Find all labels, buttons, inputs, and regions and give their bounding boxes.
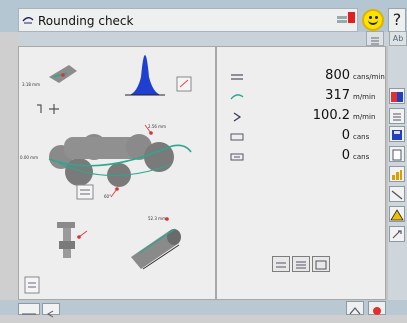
document-icon[interactable]: [389, 146, 405, 162]
help-button[interactable]: ?: [388, 8, 406, 32]
maintenance-icon[interactable]: [389, 226, 405, 242]
back-button[interactable]: [42, 303, 60, 318]
roller-symbol-icon: [37, 104, 59, 114]
output-rate-icon: [231, 74, 243, 80]
toolbar: [18, 32, 388, 46]
view-3-button[interactable]: [312, 256, 330, 272]
tool-icon[interactable]: [389, 186, 405, 202]
station-icon[interactable]: [24, 276, 40, 294]
can-cylinder-icon: [131, 228, 181, 270]
alarm-button[interactable]: [368, 301, 386, 315]
left-gap-label: 0.00 mm: [20, 155, 38, 160]
output-rate-value: 800: [325, 68, 350, 83]
can-count-icon: [230, 133, 244, 141]
status-smiley-icon[interactable]: [362, 9, 384, 31]
warning-icon[interactable]: [389, 206, 405, 222]
roller-assembly: [48, 134, 192, 187]
angle-label: 60°: [104, 194, 112, 199]
list-settings-icon[interactable]: [389, 108, 405, 124]
view-1-button[interactable]: [272, 256, 290, 272]
rounding-speed-unit: m/min: [353, 93, 376, 101]
can-reject-value: 0: [341, 148, 350, 163]
language-flag-icon[interactable]: [389, 88, 405, 104]
diameter-icon: [233, 112, 242, 122]
rounding-machine-diagram: [24, 55, 192, 294]
output-rate-unit: cans/min: [353, 73, 385, 81]
top-left-label: 3.18 mm: [22, 82, 40, 87]
language-button[interactable]: Ab: [389, 31, 407, 46]
lower-right-label: 52.3 mm: [148, 216, 166, 221]
list-button[interactable]: [366, 31, 384, 46]
distribution-curve-icon: [125, 55, 165, 96]
statistics-icon[interactable]: [389, 166, 405, 182]
rounding-icon: [22, 17, 34, 24]
panel-settings-icon[interactable]: [76, 184, 94, 200]
can-reject-unit: cans: [353, 153, 370, 161]
can-count-unit: cans: [353, 133, 370, 141]
rounding-speed-value: 317: [325, 88, 350, 103]
can-reject-icon: [230, 153, 244, 161]
rounding-speed-icon: [230, 94, 244, 100]
can-count-value: 0: [341, 128, 350, 143]
page-title: Rounding check: [38, 14, 134, 28]
upper-right-label: 2.56 mm: [148, 124, 166, 129]
save-icon[interactable]: [389, 126, 405, 142]
alarm-indicator-icon[interactable]: [336, 10, 356, 28]
diameter-unit: m/min: [353, 113, 376, 121]
diameter-value: 100.2: [312, 108, 350, 123]
view-2-button[interactable]: [292, 256, 310, 272]
sealing-tool-icon: [57, 222, 75, 258]
overview-button[interactable]: [18, 303, 40, 315]
process-button[interactable]: [346, 301, 364, 315]
